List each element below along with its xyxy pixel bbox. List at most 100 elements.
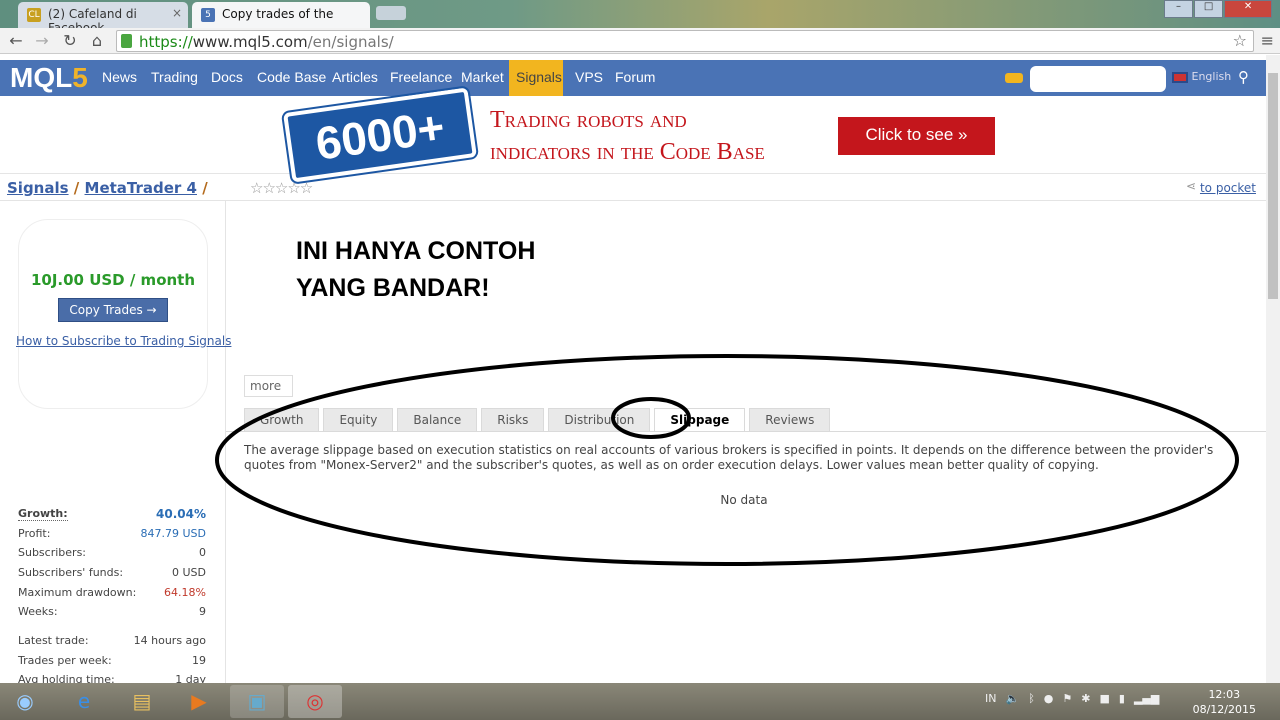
stat-label: Subscribers: <box>18 546 87 559</box>
ad-banner[interactable]: 6000+ Trading robots and indicators in th… <box>0 84 1266 186</box>
breadcrumb-metatrader4[interactable]: MetaTrader 4 <box>85 179 197 197</box>
internet-explorer-icon[interactable]: e <box>57 685 111 718</box>
search-icon[interactable]: ⚲ <box>1238 68 1249 86</box>
uk-flag-icon <box>1172 71 1188 83</box>
nav-news[interactable]: News <box>95 60 144 96</box>
system-tray: IN 🔈 ᛒ ● ⚑ ✱ ■ ▮ ▂▄▆ <box>985 692 1159 705</box>
stat-max-drawdown: Maximum drawdown: 64.18% <box>18 586 206 599</box>
close-icon[interactable]: × <box>172 6 182 20</box>
banner-badge: 6000+ <box>280 84 480 186</box>
tab-reviews[interactable]: Reviews <box>749 408 831 432</box>
logo-text: MQL <box>10 62 73 93</box>
power-icon[interactable]: ▮ <box>1119 692 1125 705</box>
steam-icon[interactable]: ● <box>1044 692 1054 705</box>
stat-label: Subscribers' funds: <box>18 566 124 579</box>
url-host: www.mql5.com <box>192 33 308 51</box>
annotation-line1: INI HANYA CONTOH <box>296 237 536 265</box>
clock-time: 12:03 <box>1208 688 1241 701</box>
stat-label: Maximum drawdown: <box>18 586 137 599</box>
reload-icon[interactable]: ↻ <box>60 31 80 51</box>
user-area-redacted[interactable] <box>1030 66 1166 92</box>
tab-risks[interactable]: Risks <box>481 408 545 432</box>
tab-growth[interactable]: Growth <box>244 408 320 432</box>
lock-icon <box>121 34 132 48</box>
nav-trading[interactable]: Trading <box>144 60 205 96</box>
tab-slippage[interactable]: Slippage <box>654 408 746 432</box>
file-explorer-icon[interactable]: ▤ <box>115 685 169 718</box>
tab-balance[interactable]: Balance <box>397 408 478 432</box>
browser-tab-mql5[interactable]: 5 Copy trades of the <box>192 2 370 28</box>
rating-stars[interactable]: ☆☆☆☆☆ <box>250 179 313 197</box>
window-controls: – □ ✕ <box>1164 0 1273 18</box>
stat-value: 14 hours ago <box>133 634 206 647</box>
minimize-button[interactable]: – <box>1164 0 1194 18</box>
nav-vps[interactable]: VPS <box>568 60 610 96</box>
stat-value: 40.04% <box>156 507 206 521</box>
close-window-button[interactable]: ✕ <box>1224 0 1273 18</box>
volume-icon[interactable]: 🔈 <box>1005 692 1019 705</box>
stat-label: Trades per week: <box>18 654 112 667</box>
network-tray-icon[interactable]: ✱ <box>1081 692 1090 705</box>
slippage-description: The average slippage based on execution … <box>244 443 1214 472</box>
cl-favicon-icon: CL <box>27 8 41 22</box>
tab-distribution[interactable]: Distribution <box>548 408 651 432</box>
menu-icon[interactable]: ≡ <box>1261 31 1274 50</box>
nav-signals[interactable]: Signals <box>509 60 563 96</box>
language-select[interactable]: English <box>1172 70 1231 83</box>
home-icon[interactable]: ⌂ <box>87 31 107 51</box>
annotation-text: INI HANYA CONTOH YANG BANDAR! <box>296 233 535 307</box>
maximize-button[interactable]: □ <box>1194 0 1224 18</box>
language-label: English <box>1191 70 1232 83</box>
windows-taskbar: ◉ e ▤ ▶ ▣ ◎ IN 🔈 ᛒ ● ⚑ ✱ ■ ▮ ▂▄▆ 12:03 08… <box>0 683 1280 720</box>
signal-strength-icon[interactable]: ▂▄▆ <box>1134 692 1159 705</box>
scrollbar-thumb[interactable] <box>1268 73 1278 299</box>
how-to-subscribe-link[interactable]: How to Subscribe to Trading Signals <box>16 334 231 348</box>
divider <box>226 200 1266 201</box>
stat-value: 847.79 USD <box>140 527 207 540</box>
share-icon: ⋖ <box>1185 179 1196 193</box>
key-icon <box>1005 73 1023 83</box>
stat-latest-trade: Latest trade: 14 hours ago <box>18 634 206 647</box>
tab-equity[interactable]: Equity <box>323 408 394 432</box>
banner-line2: indicators in the Code Base <box>490 139 765 165</box>
forward-icon[interactable]: → <box>32 31 52 51</box>
action-center-flag-icon[interactable]: ⚑ <box>1062 692 1072 705</box>
bookmark-star-icon[interactable]: ☆ <box>1233 31 1247 50</box>
no-data-message: No data <box>720 493 768 507</box>
nav-code-base[interactable]: Code Base <box>250 60 333 96</box>
back-icon[interactable]: ← <box>6 31 26 51</box>
banner-cta-button[interactable]: Click to see » <box>838 117 995 155</box>
stat-profit: Profit: 847.79 USD <box>18 527 206 540</box>
media-player-icon[interactable]: ▶ <box>172 685 226 718</box>
browser-tab-facebook[interactable]: CL(2) Cafeland di Facebook× <box>18 2 188 35</box>
breadcrumb-signals[interactable]: Signals <box>7 179 69 197</box>
stat-label: Latest trade: <box>18 634 89 647</box>
stat-value: 1 day <box>175 673 206 683</box>
stat-value: 0 <box>199 546 206 559</box>
signal-tabs: Growth Equity Balance Risks Distribution… <box>244 408 831 432</box>
stat-trades-per-week: Trades per week: 19 <box>18 654 206 667</box>
mql5-logo[interactable]: MQL5 <box>10 62 88 94</box>
new-tab-button[interactable] <box>376 6 406 20</box>
nav-docs[interactable]: Docs <box>204 60 250 96</box>
bluetooth-icon[interactable]: ᛒ <box>1028 692 1035 705</box>
nav-articles[interactable]: Articles <box>325 60 385 96</box>
copy-trades-button[interactable]: Copy Trades → <box>58 298 168 322</box>
network-app-icon[interactable]: ▣ <box>230 685 284 718</box>
stat-weeks: Weeks: 9 <box>18 605 206 618</box>
more-button[interactable]: more <box>244 375 293 397</box>
input-language[interactable]: IN <box>985 692 996 705</box>
start-button-icon[interactable]: ◉ <box>0 685 50 718</box>
stat-label[interactable]: Growth: <box>18 507 68 521</box>
nav-forum[interactable]: Forum <box>608 60 662 96</box>
page-scrollbar[interactable] <box>1266 55 1280 683</box>
mql5-favicon-icon: 5 <box>201 8 215 22</box>
breadcrumb: Signals / MetaTrader 4 / <box>7 179 208 197</box>
stat-avg-holding-time: Avg holding time: 1 day <box>18 673 206 683</box>
clock[interactable]: 12:03 08/12/2015 <box>1193 687 1256 717</box>
avg-antivirus-icon[interactable]: ■ <box>1100 692 1110 705</box>
to-pocket-link[interactable]: to pocket <box>1200 181 1256 195</box>
chrome-icon[interactable]: ◎ <box>288 685 342 718</box>
stat-subscribers-funds: Subscribers' funds: 0 USD <box>18 566 206 579</box>
address-bar[interactable]: https://www.mql5.com/en/signals/ ☆ <box>116 30 1254 52</box>
